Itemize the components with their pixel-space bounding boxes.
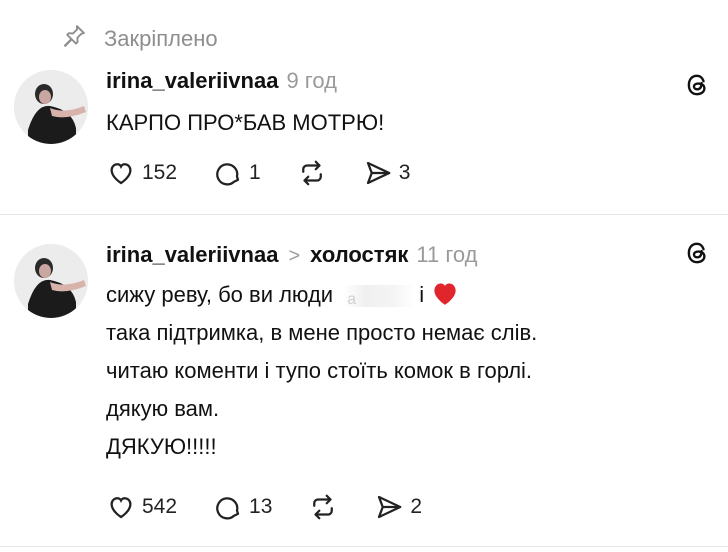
post-body: КАРПО ПРО*БАВ МОТРЮ! [106, 104, 384, 142]
like-button[interactable]: 542 [106, 492, 177, 522]
post-actions: 542 13 2 [106, 492, 458, 522]
post-divider [0, 546, 728, 547]
post-text-line-4: дякую вам. [106, 396, 220, 421]
post-text-line-2: така підтримка, в мене просто немає слів… [106, 320, 538, 345]
like-count: 542 [142, 495, 178, 518]
username[interactable]: irina_valeriivnaa [106, 68, 278, 94]
share-button[interactable]: 2 [374, 492, 422, 522]
post-divider [0, 214, 728, 215]
share-count: 3 [398, 161, 411, 184]
reply-button[interactable]: 13 [213, 492, 272, 522]
comment-icon [216, 163, 240, 186]
avatar[interactable] [14, 244, 88, 318]
like-button[interactable]: 152 [106, 158, 177, 188]
reply-count: 1 [249, 161, 261, 184]
post-time: 11 год [416, 242, 478, 267]
pin-icon [60, 22, 88, 56]
comment-icon [216, 497, 240, 520]
post-text-line-1: сижу реву, бо ви люди аі [106, 276, 537, 314]
red-heart-emoji-icon [434, 283, 456, 305]
text-segment: і [419, 282, 425, 307]
send-icon [378, 495, 402, 519]
threads-logo-icon[interactable] [684, 72, 710, 98]
share-button[interactable]: 3 [363, 158, 411, 188]
repost-button[interactable] [297, 158, 327, 188]
post-text-line: КАРПО ПРО*БАВ МОТРЮ! [106, 110, 385, 135]
repost-icon [301, 160, 322, 186]
pinned-text: Закріплено [104, 26, 218, 51]
share-count: 2 [410, 495, 423, 518]
reply-button[interactable]: 1 [213, 158, 261, 188]
post-body: сижу реву, бо ви люди аі така підтримка,… [106, 276, 537, 466]
username[interactable]: irina_valeriivnaa [106, 242, 278, 268]
topic-separator: > [288, 245, 301, 267]
send-icon [366, 161, 391, 185]
like-count: 152 [142, 161, 178, 184]
post-text-line-3: читаю коменти і тупо стоїть комок в горл… [106, 358, 533, 383]
reply-count: 13 [249, 495, 273, 518]
heart-icon [110, 163, 132, 185]
post-actions: 152 1 3 [106, 158, 446, 188]
blurred-text: а [343, 285, 416, 308]
repost-icon [313, 494, 334, 520]
avatar[interactable] [14, 70, 88, 144]
post-time: 9 год [286, 68, 337, 93]
repost-button[interactable] [308, 492, 338, 522]
text-segment: сижу реву, бо ви люди [106, 282, 334, 307]
threads-logo-icon[interactable] [684, 240, 710, 266]
post-header: irina_valeriivnaa 9 год [106, 68, 337, 94]
topic-tag[interactable]: холостяк [310, 242, 408, 268]
post-text-line-5: ДЯКУЮ!!!!! [106, 434, 217, 459]
heart-icon [110, 497, 132, 519]
post-header: irina_valeriivnaa > холостяк 11 год [106, 242, 478, 268]
pinned-label-row: Закріплено [60, 22, 218, 56]
